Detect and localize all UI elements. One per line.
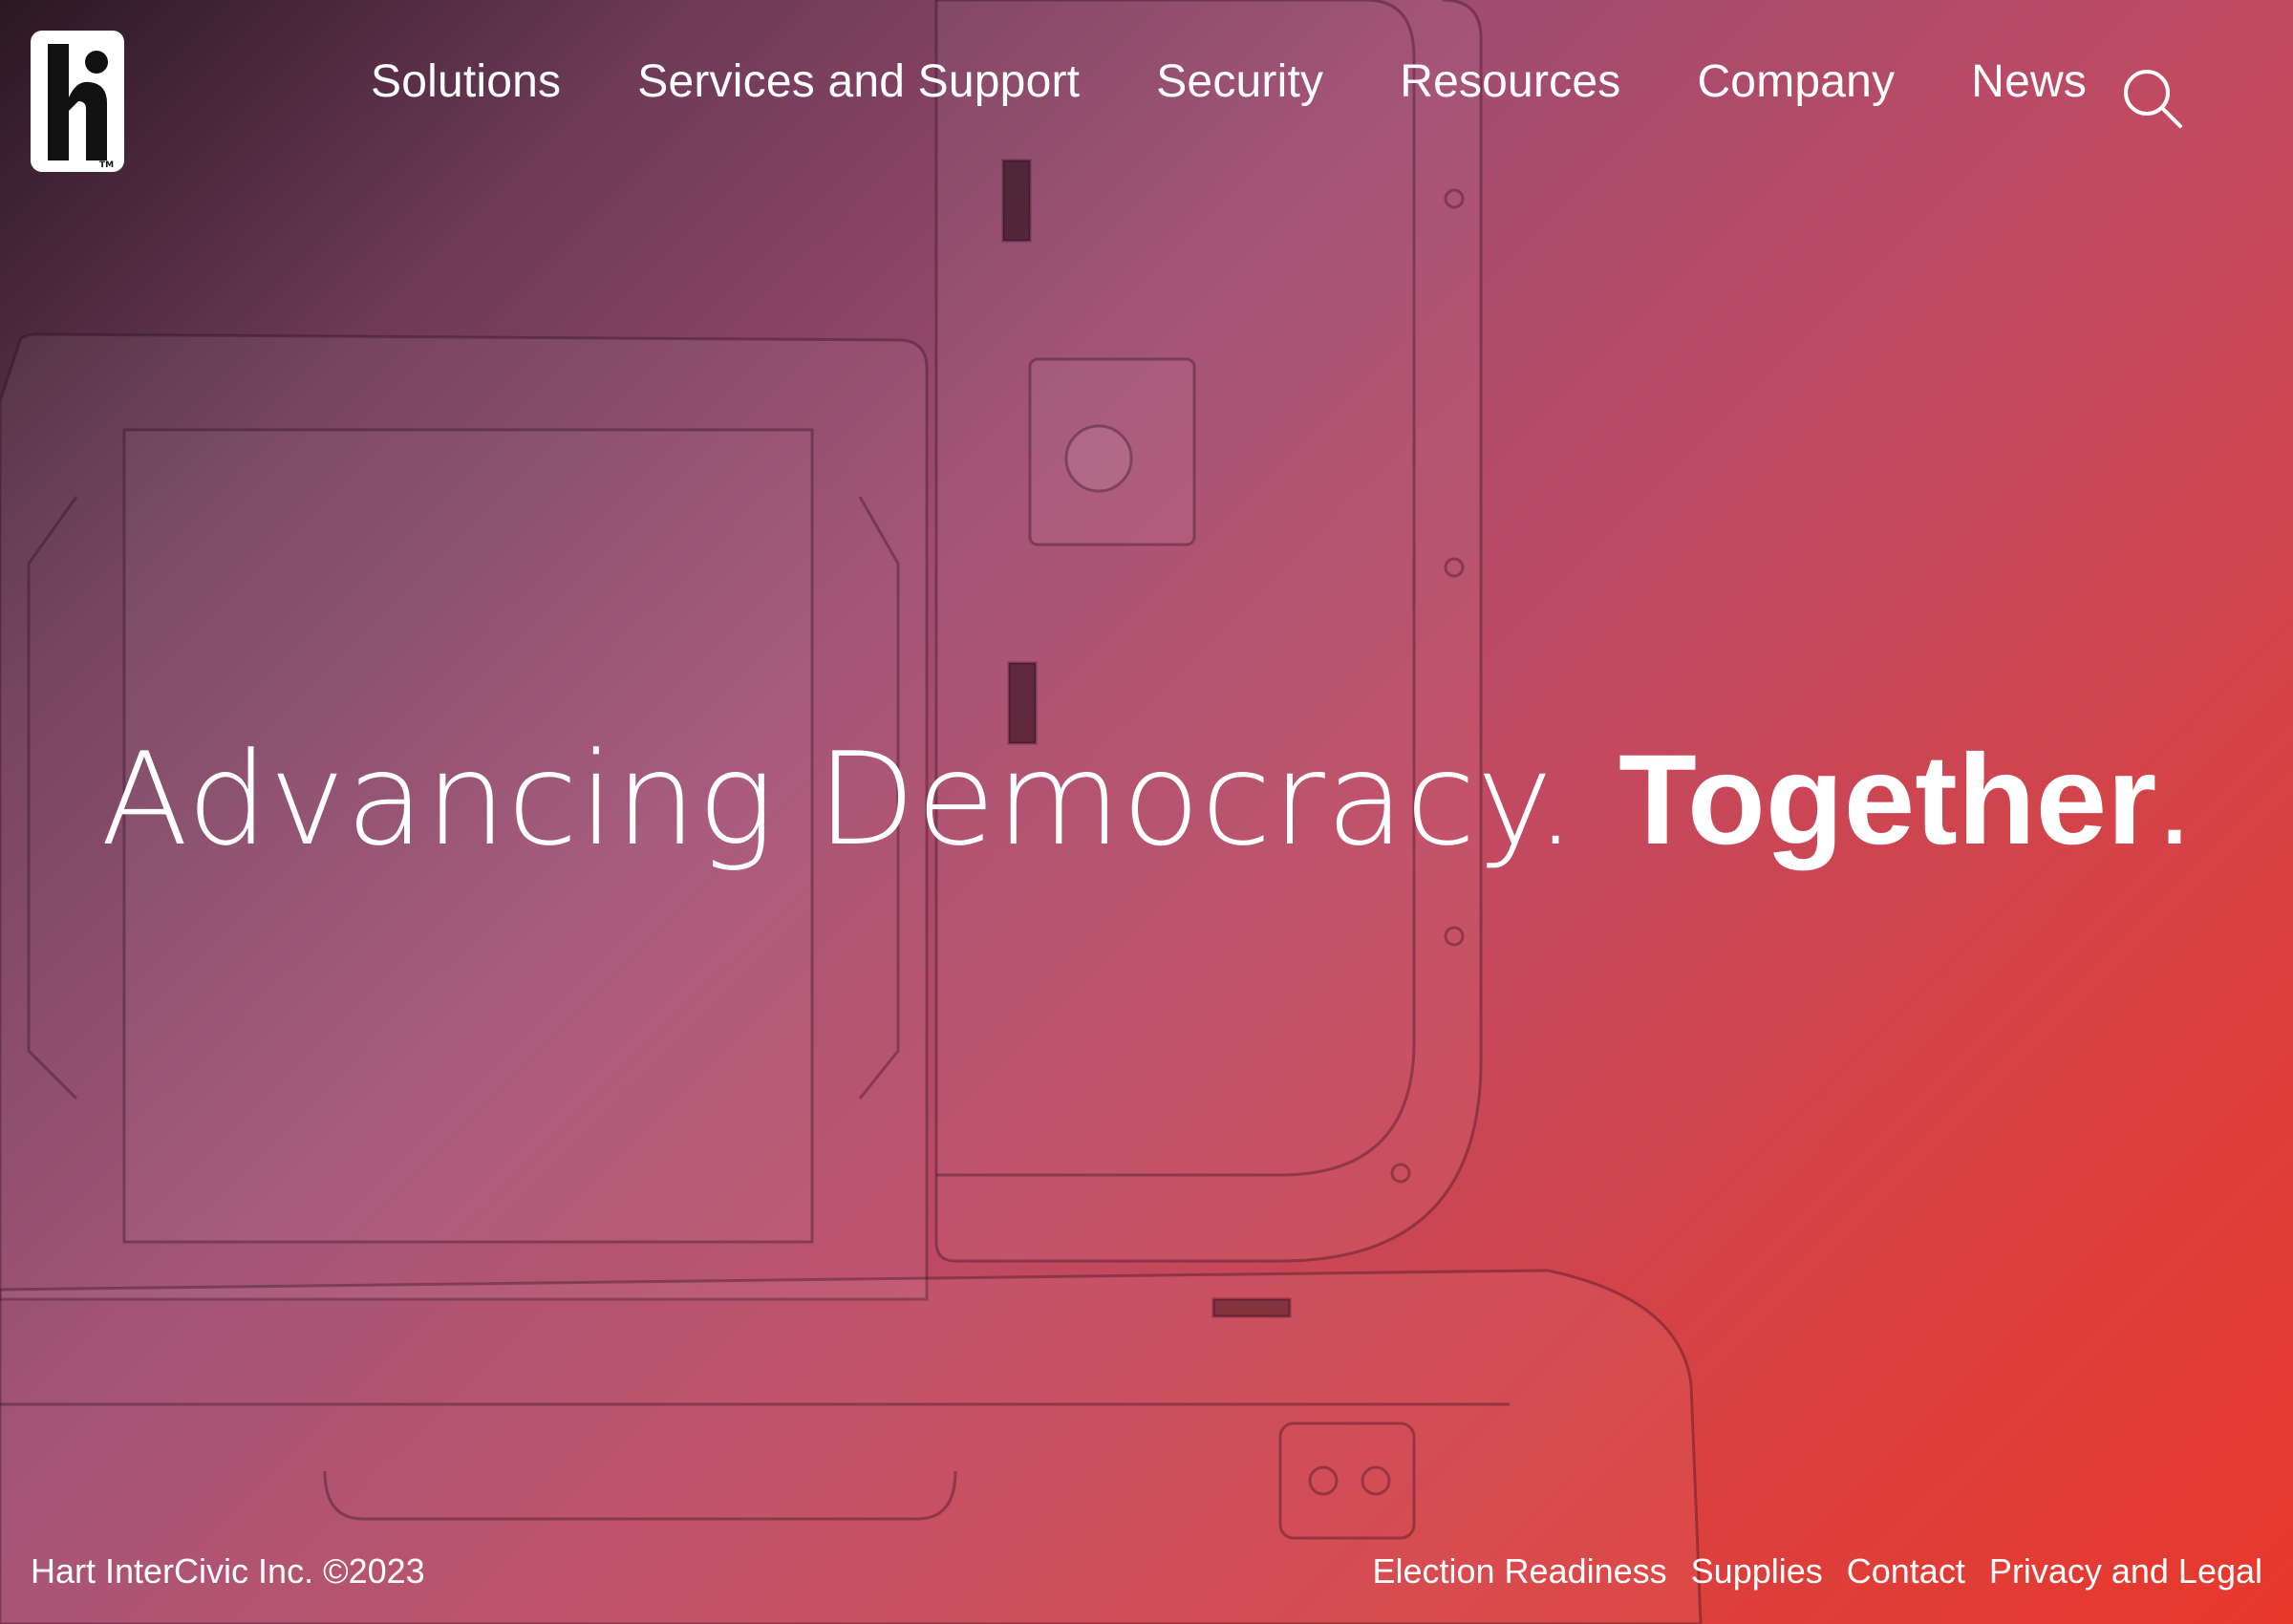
main-nav: Solutions Services and Support Security … [371,59,2087,105]
hero-light-text: Advancing Democracy. [100,725,1619,874]
nav-news[interactable]: News [1971,59,2087,105]
copyright-text: Hart InterCivic Inc. ©2023 [31,1551,425,1591]
trademark-text: TM [99,160,114,170]
nav-services-and-support[interactable]: Services and Support [637,59,1080,105]
nav-security[interactable]: Security [1156,59,1323,105]
nav-resources[interactable]: Resources [1400,59,1620,105]
search-icon [2124,70,2182,128]
hero-bold-text: Together [1618,729,2157,871]
brand-logo[interactable]: TM [31,31,124,172]
search-button[interactable] [2121,67,2184,130]
nav-company[interactable]: Company [1697,59,1895,105]
hero-end-punct: . [2156,729,2193,871]
nav-solutions[interactable]: Solutions [371,59,561,105]
footer-link-supplies[interactable]: Supplies [1691,1551,1823,1592]
footer-links: Election Readiness Supplies Contact Priv… [1348,1551,2262,1592]
hero-page: TM Solutions Services and Support Securi… [0,0,2293,1624]
logo-mark-icon: TM [48,44,114,170]
footer-link-contact[interactable]: Contact [1847,1551,1965,1592]
footer-link-election-readiness[interactable]: Election Readiness [1372,1551,1666,1592]
hero-headline: Advancing Democracy. Together. [0,736,2293,865]
footer-link-privacy-and-legal[interactable]: Privacy and Legal [1989,1551,2262,1592]
